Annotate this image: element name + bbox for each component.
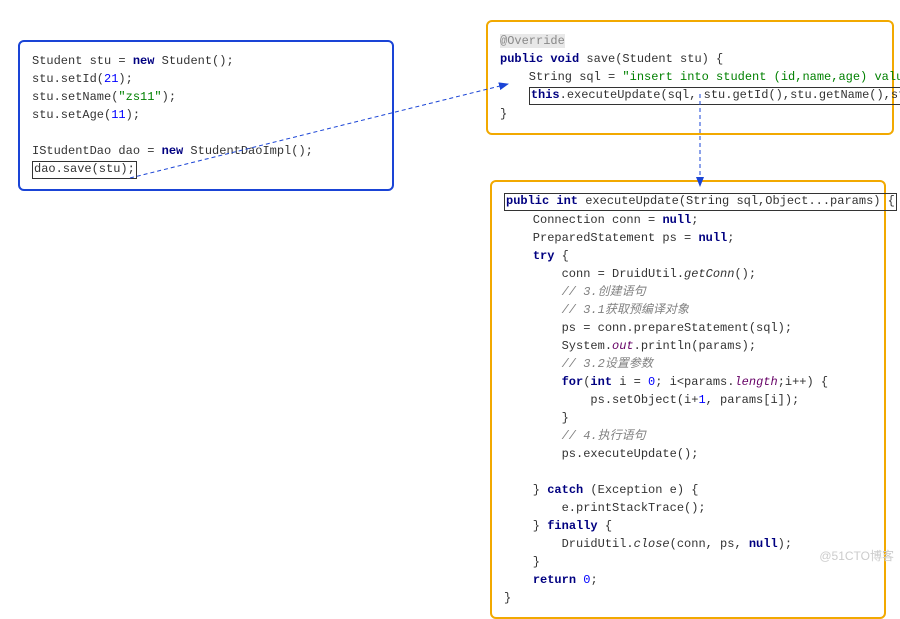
watermark: @51CTO博客 — [819, 547, 894, 564]
execute-update-call: this.executeUpdate(sql, stu.getId(),stu.… — [529, 87, 900, 105]
save-method-code: @Override public void save(Student stu) … — [500, 32, 880, 123]
caller-code: Student stu = new Student(); stu.setId(2… — [32, 52, 380, 179]
dao-save-call: dao.save(stu); — [32, 161, 137, 179]
execute-update-code: public int executeUpdate(String sql,Obje… — [504, 192, 872, 607]
save-method-box: @Override public void save(Student stu) … — [486, 20, 894, 135]
caller-code-box: Student stu = new Student(); stu.setId(2… — [18, 40, 394, 191]
execute-update-sig: public int executeUpdate(String sql,Obje… — [504, 193, 897, 211]
